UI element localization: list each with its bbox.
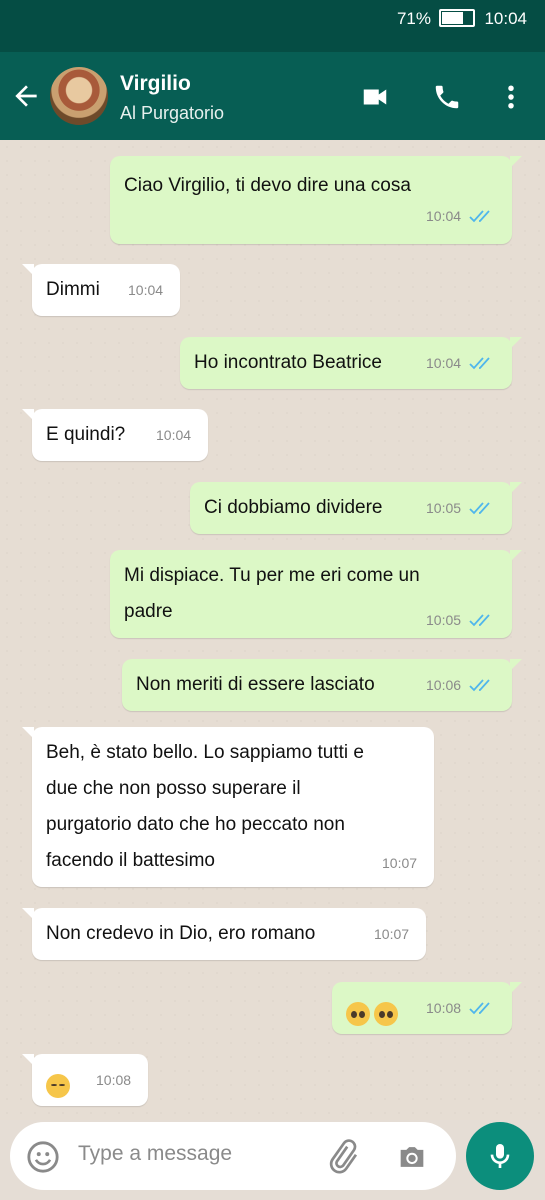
status-bar: 71% 10:04 [0,0,545,52]
contact-name[interactable]: Virgilio [120,72,191,96]
message-line: Dimmi [46,279,100,300]
message-time: 10:07 [382,855,418,871]
message-line: Ci dobbiamo dividere [204,497,383,518]
chat-header: Virgilio Al Purgatorio [0,52,545,140]
message-text: Dimmi [46,272,100,308]
message-meta: 10:08 [96,1072,131,1088]
incoming-message[interactable]: Dimmi 10:04 [22,264,180,316]
message-text: Non meriti di essere lasciato [136,667,375,703]
outgoing-message[interactable]: Ho incontrato Beatrice 10:04 [180,337,522,389]
incoming-message[interactable]: 10:08 [22,1054,148,1106]
status-time: 10:04 [484,9,527,28]
avatar[interactable] [50,67,108,125]
message-time: 10:05 [426,500,462,516]
message-line: purgatorio dato che ho peccato non [46,814,345,835]
message-time: 10:04 [156,427,192,443]
battery-icon [439,9,475,27]
outgoing-message[interactable]: Ci dobbiamo dividere 10:05 [190,482,522,534]
message-line: E quindi? [46,424,126,445]
double-check-icon [469,679,490,692]
chat-area[interactable]: Ciao Virgilio, ti devo dire una cosa 10:0… [0,140,545,1120]
message-text [46,1068,74,1104]
message-line: Ho incontrato Beatrice [194,352,382,373]
message-meta: 10:05 [426,500,495,516]
message-line: Non meriti di essere lasciato [136,674,375,695]
pleading-face-icon [374,1001,398,1026]
message-time: 10:08 [426,1000,462,1016]
message-line: Non credevo in Dio, ero romano [46,923,316,944]
message-text: E quindi? [46,417,125,453]
message-text: Beh, è stato bello. Lo sappiamo tutti e d… [46,735,364,879]
video-call-icon[interactable] [358,82,392,112]
message-meta: 10:04 [426,355,495,371]
outgoing-message[interactable]: Non meriti di essere lasciato 10:06 [122,659,522,711]
double-check-icon [469,614,490,627]
incoming-message[interactable]: Beh, è stato bello. Lo sappiamo tutti e d… [22,727,434,887]
emoji-icon[interactable] [26,1140,60,1174]
message-text: Ho incontrato Beatrice [194,345,382,381]
pleading-face-icon [346,1001,370,1026]
message-time: 10:04 [128,282,164,298]
outgoing-message[interactable]: 10:08 [332,982,522,1034]
message-meta: 10:05 [426,612,495,628]
incoming-message[interactable]: Non credevo in Dio, ero romano 10:07 [22,908,426,960]
pensive-face-icon [46,1073,70,1098]
message-placeholder: Type a message [78,1142,233,1165]
outgoing-message[interactable]: Ciao Virgilio, ti devo dire una cosa 10:0… [110,156,522,244]
mic-icon [490,1144,510,1168]
message-line: Beh, è stato bello. Lo sappiamo tutti e [46,742,364,763]
back-arrow-icon[interactable] [10,80,42,112]
message-text: Ci dobbiamo dividere [204,490,383,526]
message-time: 10:08 [96,1072,132,1088]
more-vert-icon[interactable] [496,82,526,112]
message-meta: 10:06 [426,677,495,693]
incoming-message[interactable]: E quindi? 10:04 [22,409,208,461]
contact-status: Al Purgatorio [120,103,225,123]
message-line: due che non posso superare il [46,778,301,799]
message-line: facendo il battesimo [46,850,215,871]
double-check-icon [469,1002,490,1015]
message-meta: 10:08 [426,1000,495,1016]
attach-icon[interactable] [324,1138,360,1174]
message-meta: 10:04 [426,208,495,224]
mic-button[interactable] [466,1122,534,1190]
phone-icon[interactable] [430,82,464,112]
double-check-icon [469,502,490,515]
double-check-icon [469,210,490,223]
message-time: 10:04 [426,208,462,224]
message-time: 10:07 [374,926,410,942]
message-text: Non credevo in Dio, ero romano [46,916,315,952]
message-input[interactable]: Type a message [10,1122,456,1190]
message-meta: 10:07 [382,855,417,871]
message-meta: 10:04 [128,282,163,298]
message-meta: 10:07 [374,926,409,942]
message-time: 10:06 [426,677,462,693]
message-time: 10:04 [426,355,462,371]
camera-icon[interactable] [394,1140,430,1174]
double-check-icon [469,357,490,370]
outgoing-message[interactable]: Mi dispiace. Tu per me eri come un padre 1… [110,550,522,638]
message-text [346,996,402,1032]
battery-percent: 71% [396,9,431,28]
message-time: 10:05 [426,612,462,628]
message-line: Ciao Virgilio, ti devo dire una cosa [124,175,411,196]
message-text: Ciao Virgilio, ti devo dire una cosa [124,168,411,204]
message-line: Mi dispiace. Tu per me eri come un [124,565,420,586]
message-line: padre [124,601,173,622]
message-meta: 10:04 [156,427,191,443]
message-text: Mi dispiace. Tu per me eri come un padre [124,558,420,630]
